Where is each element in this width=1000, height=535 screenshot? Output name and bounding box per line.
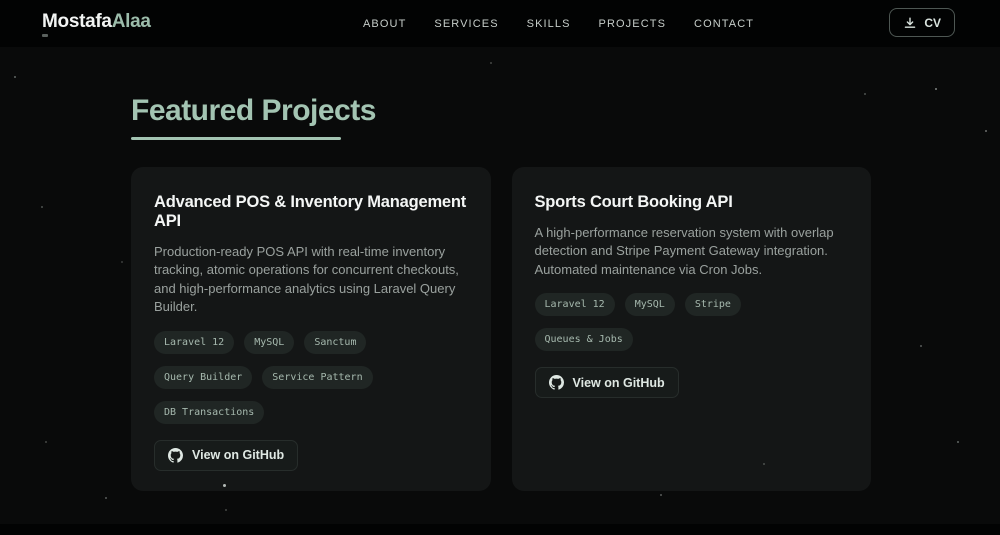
star-dot <box>41 206 43 208</box>
featured-projects-section: Featured Projects Advanced POS & Invento… <box>0 47 1000 491</box>
logo-cursor <box>42 34 48 37</box>
nav-item-projects[interactable]: PROJECTS <box>599 18 666 30</box>
tag-pill: DB Transactions <box>154 400 265 424</box>
tag-pill: Queues & Jobs <box>534 328 633 351</box>
project-title: Advanced POS & Inventory Management API <box>154 192 467 230</box>
tag-pill: Laravel 12 <box>534 293 615 316</box>
main-nav: ABOUT SERVICES SKILLS PROJECTS CONTACT <box>363 0 754 47</box>
star-dot <box>935 88 937 90</box>
star-dot <box>957 441 959 443</box>
star-dot <box>45 441 47 443</box>
star-dot <box>14 76 16 78</box>
project-description: A high-performance reservation system wi… <box>534 224 834 277</box>
tag-pill: Query Builder <box>154 365 253 389</box>
nav-item-skills[interactable]: SKILLS <box>527 18 571 30</box>
star-dot <box>225 509 227 511</box>
tag-pill: MySQL <box>624 293 675 316</box>
project-tags: Laravel 12 MySQL Sanctum Query Builder Servi… <box>154 330 468 424</box>
cv-download-button[interactable]: CV <box>889 8 955 37</box>
main-content: Featured Projects Advanced POS & Invento… <box>0 47 1000 524</box>
tag-pill: Sanctum <box>304 330 367 354</box>
view-on-github-button[interactable]: View on GitHub <box>534 367 679 398</box>
star-dot <box>985 130 987 132</box>
nav-item-about[interactable]: ABOUT <box>363 18 406 30</box>
section-title: Featured Projects <box>131 94 376 127</box>
star-dot <box>864 93 866 95</box>
nav-item-contact[interactable]: CONTACT <box>694 18 754 30</box>
project-description: Production-ready POS API with real-time … <box>154 243 459 315</box>
logo-last-name: Alaa <box>111 11 151 32</box>
cv-button-label: CV <box>924 15 941 30</box>
github-button-label: View on GitHub <box>572 375 665 390</box>
star-dot <box>763 463 765 465</box>
project-cards-grid: Advanced POS & Inventory Management API … <box>131 166 871 491</box>
github-button-label: View on GitHub <box>192 448 285 462</box>
view-on-github-button[interactable]: View on GitHub <box>154 439 299 471</box>
github-icon <box>548 375 564 390</box>
project-card-pos-inventory: Advanced POS & Inventory Management API … <box>131 166 491 491</box>
tag-pill: Stripe <box>684 293 741 316</box>
tag-pill: Service Pattern <box>262 365 373 389</box>
section-title-underline <box>131 136 341 140</box>
tag-pill: Laravel 12 <box>154 330 235 354</box>
star-dot <box>660 494 662 496</box>
star-dot <box>223 484 226 487</box>
download-icon <box>903 16 917 30</box>
logo-first-name: Mostafa <box>42 11 112 32</box>
nav-item-services[interactable]: SERVICES <box>434 18 498 30</box>
project-tags: Laravel 12 MySQL Stripe Queues & Jobs <box>534 293 849 351</box>
star-dot <box>121 261 123 263</box>
next-section-edge <box>0 524 1000 535</box>
logo[interactable]: MostafaAlaa <box>42 11 151 37</box>
github-icon <box>168 447 183 463</box>
project-title: Sports Court Booking API <box>534 192 733 211</box>
star-dot <box>105 497 107 499</box>
star-dot <box>920 345 922 347</box>
tag-pill: MySQL <box>244 330 295 354</box>
project-card-sports-booking: Sports Court Booking API A high-performa… <box>511 166 871 491</box>
star-dot <box>490 62 492 64</box>
site-header: MostafaAlaa ABOUT SERVICES SKILLS PROJEC… <box>0 0 1000 47</box>
